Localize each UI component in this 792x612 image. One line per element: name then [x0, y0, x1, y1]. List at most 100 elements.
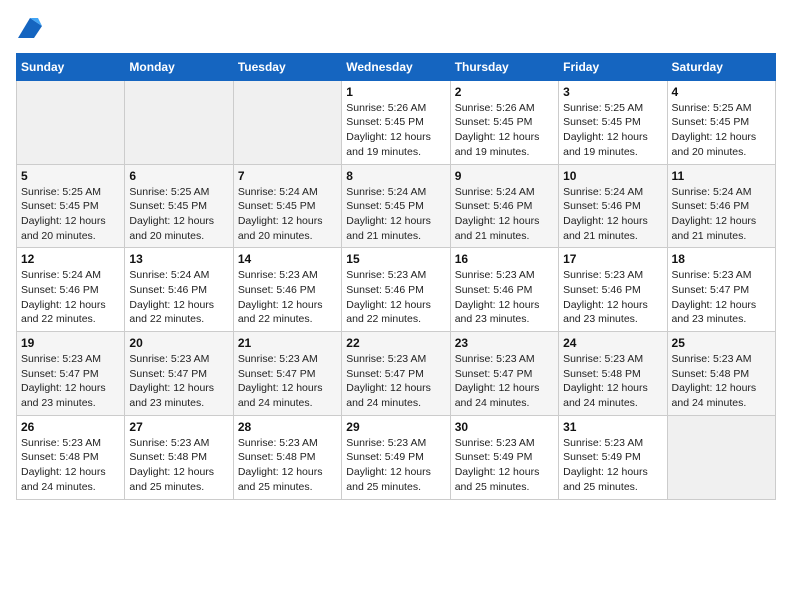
- day-info: Sunrise: 5:23 AM Sunset: 5:47 PM Dayligh…: [455, 352, 554, 411]
- calendar-cell: 5 Sunrise: 5:25 AM Sunset: 5:45 PM Daylig…: [17, 164, 125, 248]
- day-number: 26: [21, 420, 120, 434]
- calendar-week-5: 26 Sunrise: 5:23 AM Sunset: 5:48 PM Dayli…: [17, 415, 776, 499]
- day-info: Sunrise: 5:23 AM Sunset: 5:46 PM Dayligh…: [455, 268, 554, 327]
- day-info: Sunrise: 5:23 AM Sunset: 5:48 PM Dayligh…: [238, 436, 337, 495]
- day-number: 27: [129, 420, 228, 434]
- calendar-cell: 22 Sunrise: 5:23 AM Sunset: 5:47 PM Dayli…: [342, 332, 450, 416]
- calendar-table: SundayMondayTuesdayWednesdayThursdayFrid…: [16, 53, 776, 500]
- calendar-cell: 10 Sunrise: 5:24 AM Sunset: 5:46 PM Dayli…: [559, 164, 667, 248]
- calendar-cell: 8Sunrise: 5:24 AM Sunset: 5:45 PM Daylig…: [342, 164, 450, 248]
- day-info: Sunrise: 5:24 AM Sunset: 5:45 PM Dayligh…: [238, 185, 337, 244]
- day-info: Sunrise: 5:23 AM Sunset: 5:46 PM Dayligh…: [346, 268, 445, 327]
- day-number: 21: [238, 336, 337, 350]
- page-header: [16, 16, 776, 43]
- day-number: 6: [129, 169, 228, 183]
- day-info: Sunrise: 5:23 AM Sunset: 5:48 PM Dayligh…: [563, 352, 662, 411]
- calendar-cell: [233, 80, 341, 164]
- day-info: Sunrise: 5:24 AM Sunset: 5:46 PM Dayligh…: [563, 185, 662, 244]
- day-number: 25: [672, 336, 771, 350]
- weekday-header-saturday: Saturday: [667, 53, 775, 80]
- day-number: 9: [455, 169, 554, 183]
- calendar-week-3: 12 Sunrise: 5:24 AM Sunset: 5:46 PM Dayli…: [17, 248, 776, 332]
- logo: [16, 16, 42, 43]
- day-number: 14: [238, 252, 337, 266]
- day-number: 24: [563, 336, 662, 350]
- calendar-cell: 25 Sunrise: 5:23 AM Sunset: 5:48 PM Dayli…: [667, 332, 775, 416]
- day-info: Sunrise: 5:23 AM Sunset: 5:47 PM Dayligh…: [346, 352, 445, 411]
- day-info: Sunrise: 5:25 AM Sunset: 5:45 PM Dayligh…: [129, 185, 228, 244]
- day-number: 18: [672, 252, 771, 266]
- day-info: Sunrise: 5:23 AM Sunset: 5:49 PM Dayligh…: [455, 436, 554, 495]
- day-number: 13: [129, 252, 228, 266]
- calendar-cell: 24 Sunrise: 5:23 AM Sunset: 5:48 PM Dayli…: [559, 332, 667, 416]
- day-number: 31: [563, 420, 662, 434]
- day-info: Sunrise: 5:23 AM Sunset: 5:47 PM Dayligh…: [238, 352, 337, 411]
- day-info: Sunrise: 5:23 AM Sunset: 5:48 PM Dayligh…: [672, 352, 771, 411]
- calendar-cell: 11 Sunrise: 5:24 AM Sunset: 5:46 PM Dayli…: [667, 164, 775, 248]
- day-number: 20: [129, 336, 228, 350]
- day-number: 17: [563, 252, 662, 266]
- calendar-cell: 9 Sunrise: 5:24 AM Sunset: 5:46 PM Daylig…: [450, 164, 558, 248]
- calendar-cell: 27 Sunrise: 5:23 AM Sunset: 5:48 PM Dayli…: [125, 415, 233, 499]
- day-number: 16: [455, 252, 554, 266]
- weekday-header-sunday: Sunday: [17, 53, 125, 80]
- day-number: 12: [21, 252, 120, 266]
- day-info: Sunrise: 5:23 AM Sunset: 5:48 PM Dayligh…: [129, 436, 228, 495]
- day-info: Sunrise: 5:23 AM Sunset: 5:47 PM Dayligh…: [129, 352, 228, 411]
- calendar-cell: 6 Sunrise: 5:25 AM Sunset: 5:45 PM Daylig…: [125, 164, 233, 248]
- day-info: Sunrise: 5:23 AM Sunset: 5:49 PM Dayligh…: [346, 436, 445, 495]
- weekday-header-friday: Friday: [559, 53, 667, 80]
- day-info: Sunrise: 5:25 AM Sunset: 5:45 PM Dayligh…: [21, 185, 120, 244]
- day-info: Sunrise: 5:23 AM Sunset: 5:49 PM Dayligh…: [563, 436, 662, 495]
- calendar-cell: 3 Sunrise: 5:25 AM Sunset: 5:45 PM Daylig…: [559, 80, 667, 164]
- calendar-cell: [17, 80, 125, 164]
- calendar-cell: 19Sunrise: 5:23 AM Sunset: 5:47 PM Dayli…: [17, 332, 125, 416]
- day-number: 22: [346, 336, 445, 350]
- day-number: 7: [238, 169, 337, 183]
- calendar-cell: 1 Sunrise: 5:26 AM Sunset: 5:45 PM Daylig…: [342, 80, 450, 164]
- day-number: 15: [346, 252, 445, 266]
- weekday-header-monday: Monday: [125, 53, 233, 80]
- calendar-cell: 18Sunrise: 5:23 AM Sunset: 5:47 PM Dayli…: [667, 248, 775, 332]
- day-number: 4: [672, 85, 771, 99]
- calendar-cell: 4Sunrise: 5:25 AM Sunset: 5:45 PM Daylig…: [667, 80, 775, 164]
- day-number: 10: [563, 169, 662, 183]
- calendar-cell: 12Sunrise: 5:24 AM Sunset: 5:46 PM Dayli…: [17, 248, 125, 332]
- calendar-cell: 30 Sunrise: 5:23 AM Sunset: 5:49 PM Dayli…: [450, 415, 558, 499]
- calendar-cell: [125, 80, 233, 164]
- calendar-week-4: 19Sunrise: 5:23 AM Sunset: 5:47 PM Dayli…: [17, 332, 776, 416]
- day-number: 23: [455, 336, 554, 350]
- calendar-cell: 7 Sunrise: 5:24 AM Sunset: 5:45 PM Daylig…: [233, 164, 341, 248]
- day-info: Sunrise: 5:24 AM Sunset: 5:46 PM Dayligh…: [455, 185, 554, 244]
- day-info: Sunrise: 5:23 AM Sunset: 5:48 PM Dayligh…: [21, 436, 120, 495]
- day-info: Sunrise: 5:23 AM Sunset: 5:47 PM Dayligh…: [21, 352, 120, 411]
- day-info: Sunrise: 5:25 AM Sunset: 5:45 PM Dayligh…: [563, 101, 662, 160]
- calendar-cell: 26 Sunrise: 5:23 AM Sunset: 5:48 PM Dayli…: [17, 415, 125, 499]
- weekday-header-wednesday: Wednesday: [342, 53, 450, 80]
- calendar-week-1: 1 Sunrise: 5:26 AM Sunset: 5:45 PM Daylig…: [17, 80, 776, 164]
- day-number: 29: [346, 420, 445, 434]
- logo-icon: [18, 16, 42, 40]
- day-number: 30: [455, 420, 554, 434]
- day-number: 1: [346, 85, 445, 99]
- calendar-cell: 28Sunrise: 5:23 AM Sunset: 5:48 PM Dayli…: [233, 415, 341, 499]
- calendar-cell: 2 Sunrise: 5:26 AM Sunset: 5:45 PM Daylig…: [450, 80, 558, 164]
- day-info: Sunrise: 5:26 AM Sunset: 5:45 PM Dayligh…: [455, 101, 554, 160]
- day-info: Sunrise: 5:26 AM Sunset: 5:45 PM Dayligh…: [346, 101, 445, 160]
- day-info: Sunrise: 5:24 AM Sunset: 5:46 PM Dayligh…: [672, 185, 771, 244]
- day-info: Sunrise: 5:24 AM Sunset: 5:46 PM Dayligh…: [129, 268, 228, 327]
- calendar-cell: 20 Sunrise: 5:23 AM Sunset: 5:47 PM Dayli…: [125, 332, 233, 416]
- day-number: 11: [672, 169, 771, 183]
- weekday-header-thursday: Thursday: [450, 53, 558, 80]
- day-number: 3: [563, 85, 662, 99]
- calendar-header-row: SundayMondayTuesdayWednesdayThursdayFrid…: [17, 53, 776, 80]
- day-info: Sunrise: 5:24 AM Sunset: 5:45 PM Dayligh…: [346, 185, 445, 244]
- calendar-cell: [667, 415, 775, 499]
- weekday-header-tuesday: Tuesday: [233, 53, 341, 80]
- calendar-cell: 13 Sunrise: 5:24 AM Sunset: 5:46 PM Dayli…: [125, 248, 233, 332]
- calendar-cell: 23 Sunrise: 5:23 AM Sunset: 5:47 PM Dayli…: [450, 332, 558, 416]
- day-number: 5: [21, 169, 120, 183]
- calendar-week-2: 5 Sunrise: 5:25 AM Sunset: 5:45 PM Daylig…: [17, 164, 776, 248]
- calendar-cell: 15 Sunrise: 5:23 AM Sunset: 5:46 PM Dayli…: [342, 248, 450, 332]
- day-number: 2: [455, 85, 554, 99]
